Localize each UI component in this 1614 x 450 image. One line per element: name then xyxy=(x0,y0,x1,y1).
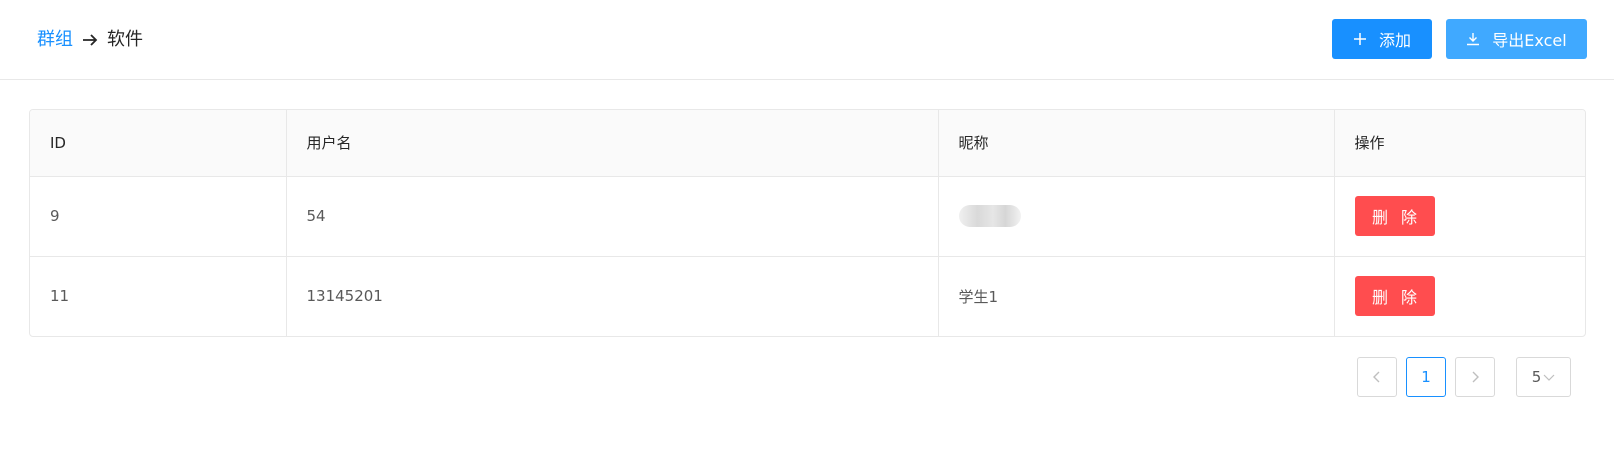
cell-actions: 删 除 xyxy=(1334,176,1585,257)
table-row: 11 13145201 学生1 删 除 xyxy=(30,256,1585,336)
page-size-select[interactable]: 5 xyxy=(1516,357,1571,397)
blurred-nickname xyxy=(958,205,1021,227)
breadcrumb-current: 软件 xyxy=(107,29,143,50)
pagination-next-button[interactable] xyxy=(1455,357,1495,397)
pagination-prev-button[interactable] xyxy=(1357,357,1397,397)
cell-id: 11 xyxy=(30,256,287,336)
column-header-actions: 操作 xyxy=(1334,110,1585,177)
chevron-down-icon xyxy=(1543,374,1555,381)
cell-id: 9 xyxy=(30,176,287,257)
column-header-username: 用户名 xyxy=(286,110,939,177)
chevron-right-icon xyxy=(1472,371,1479,383)
user-table: ID 用户名 昵称 操作 9 54 删 除 11 13145201 学生1 删 … xyxy=(29,109,1586,337)
plus-icon xyxy=(1353,33,1366,45)
breadcrumb: 群组 软件 xyxy=(37,27,143,53)
column-header-id: ID xyxy=(30,110,287,177)
export-excel-button[interactable]: 导出Excel xyxy=(1446,19,1587,59)
page-header: 群组 软件 添加 导出Excel xyxy=(0,0,1614,80)
pagination-page-1[interactable]: 1 xyxy=(1406,357,1446,397)
breadcrumb-link-group[interactable]: 群组 xyxy=(37,27,73,53)
download-icon xyxy=(1467,33,1480,46)
add-button-label: 添加 xyxy=(1378,31,1411,50)
delete-button[interactable]: 删 除 xyxy=(1354,196,1435,236)
cell-username: 13145201 xyxy=(286,256,939,336)
export-button-label: 导出Excel xyxy=(1492,31,1567,50)
page-size-value: 5 xyxy=(1531,368,1542,386)
chevron-left-icon xyxy=(1373,371,1380,383)
arrow-right-icon xyxy=(83,34,98,46)
cell-nickname xyxy=(938,176,1335,257)
add-button[interactable]: 添加 xyxy=(1332,19,1432,59)
column-header-nickname: 昵称 xyxy=(938,110,1335,177)
cell-actions: 删 除 xyxy=(1334,256,1585,336)
delete-button[interactable]: 删 除 xyxy=(1354,276,1435,317)
table-header-row: ID 用户名 昵称 操作 xyxy=(30,110,1585,177)
cell-username: 54 xyxy=(286,176,939,257)
table-row: 9 54 删 除 xyxy=(30,176,1585,257)
cell-nickname: 学生1 xyxy=(938,256,1335,336)
